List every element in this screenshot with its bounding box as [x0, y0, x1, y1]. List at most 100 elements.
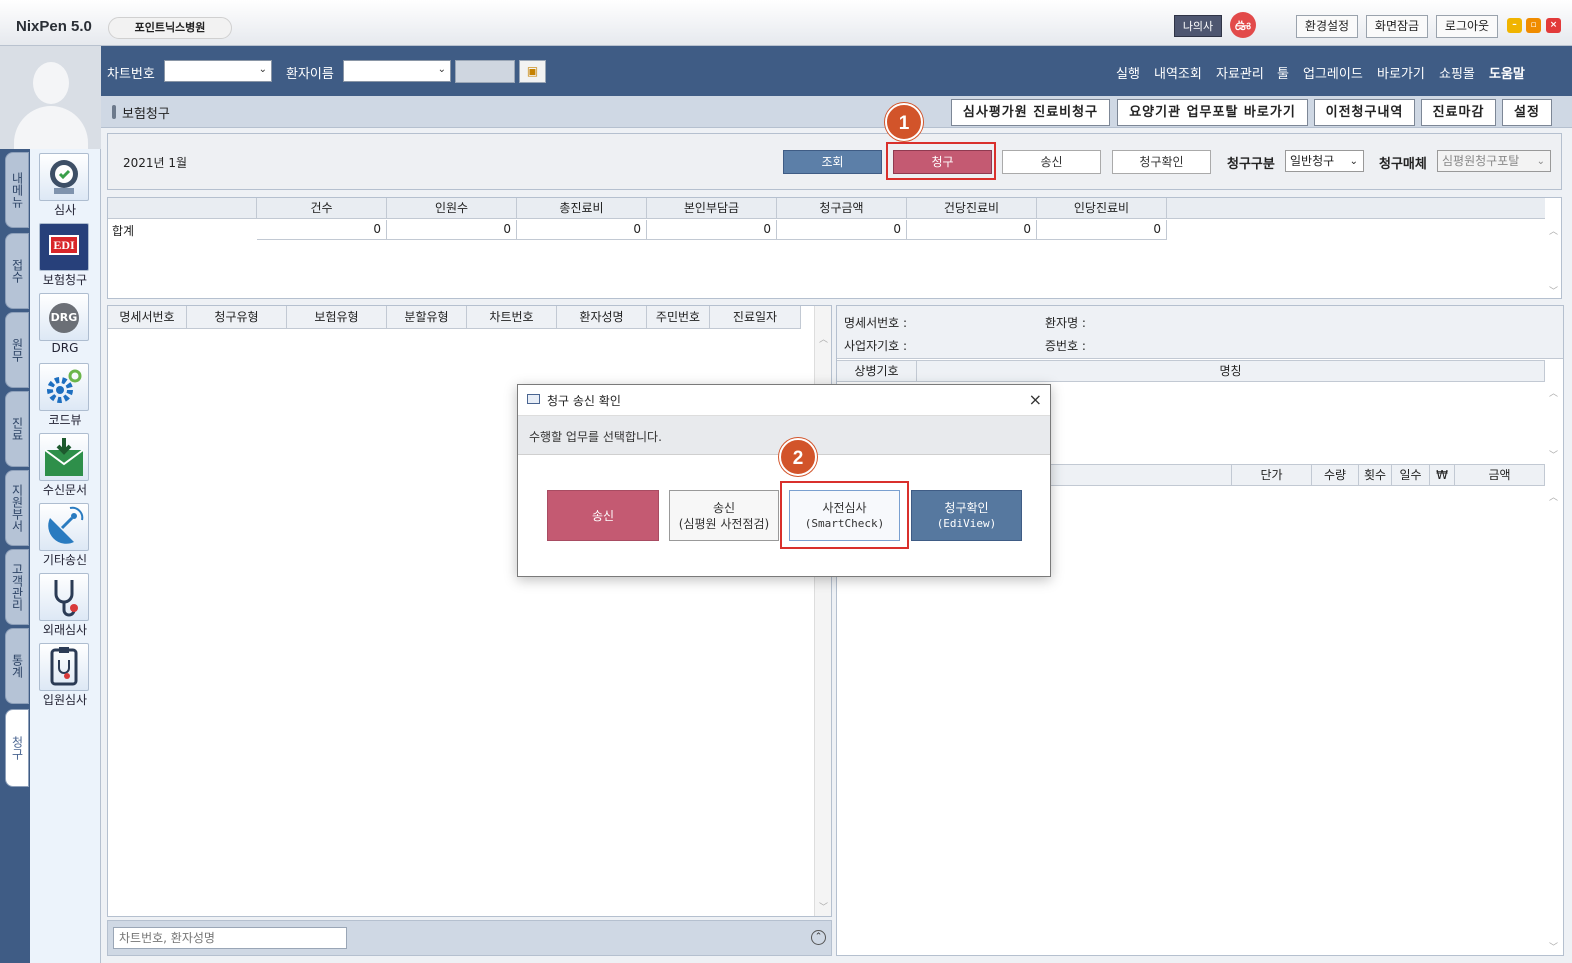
- scroll-down-icon[interactable]: ﹀: [1549, 448, 1558, 461]
- detail-info: 명세서번호 : 환자명 : 사업자기호 : 증번호 :: [837, 306, 1563, 359]
- list-header[interactable]: 차트번호: [467, 306, 557, 329]
- patient-info-field[interactable]: [455, 60, 515, 83]
- sidebar-item-label: 기타송신: [42, 553, 88, 567]
- summary-header: 건당진료비: [907, 198, 1037, 219]
- fee-header: ₩: [1430, 464, 1455, 486]
- menu-shopping[interactable]: 쇼핑몰: [1439, 63, 1475, 82]
- dialog-send-button[interactable]: 송신: [547, 490, 659, 541]
- claim-check-button[interactable]: 청구확인: [1112, 150, 1211, 174]
- menu-upgrade[interactable]: 업그레이드: [1303, 63, 1363, 82]
- sidebar-item-other-send[interactable]: 기타송신: [30, 501, 100, 567]
- list-header[interactable]: 환자성명: [557, 306, 647, 329]
- scroll-down-icon[interactable]: ﹀: [1549, 940, 1558, 953]
- summary-header: 인원수: [387, 198, 517, 219]
- menu-history[interactable]: 내역조회: [1154, 63, 1202, 82]
- summary-cell: 0: [907, 220, 1037, 240]
- menu-shortcuts[interactable]: 바로가기: [1377, 63, 1425, 82]
- fee-header: 횟수: [1359, 464, 1392, 486]
- settings-button[interactable]: 환경설정: [1296, 15, 1358, 38]
- menu-tools[interactable]: 툴: [1277, 63, 1289, 82]
- menu-data-management[interactable]: 자료관리: [1216, 63, 1264, 82]
- tab-statistics[interactable]: 통계: [5, 628, 29, 704]
- chevron-down-icon: ⌄: [258, 64, 267, 75]
- sidebar-item-drg[interactable]: DRG DRG: [30, 291, 100, 357]
- tab-billing[interactable]: 청구: [5, 709, 29, 787]
- hospital-name-badge: 포인트닉스병원: [108, 17, 232, 39]
- scroll-up-icon[interactable]: ︿: [819, 332, 828, 345]
- collapse-icon[interactable]: ⌃: [811, 930, 826, 945]
- scroll-down-icon[interactable]: ﹀: [819, 900, 828, 913]
- scroll-up-icon[interactable]: ︿: [1549, 490, 1558, 503]
- tab-customer[interactable]: 고객관리: [5, 549, 29, 625]
- summary-cell: 0: [517, 220, 647, 240]
- list-header[interactable]: 명세서번호: [108, 306, 187, 329]
- statement-number-label: 명세서번호 :: [844, 316, 908, 330]
- fee-header: 수량: [1312, 464, 1359, 486]
- tab-reception[interactable]: 접수: [5, 233, 29, 309]
- sidebar-item-label: 입원심사: [42, 693, 88, 707]
- sidebar-item-codeview[interactable]: 코드뷰: [30, 361, 100, 427]
- user-profile: [0, 46, 101, 149]
- list-header[interactable]: 보험유형: [287, 306, 387, 329]
- scroll-up-icon[interactable]: ︿: [1549, 386, 1558, 399]
- summary-cell: 0: [387, 220, 517, 240]
- summary-header: 본인부담금: [647, 198, 777, 219]
- logout-button[interactable]: 로그아웃: [1436, 15, 1498, 38]
- list-header[interactable]: 진료일자: [710, 306, 801, 329]
- patient-name-select[interactable]: ⌄: [343, 60, 451, 82]
- list-header[interactable]: 분할유형: [387, 306, 467, 329]
- tab-support[interactable]: 지원부서: [5, 470, 29, 546]
- sidebar-item-review[interactable]: 심사: [30, 151, 100, 217]
- list-header[interactable]: 주민번호: [647, 306, 710, 329]
- my-info-button[interactable]: 나의사: [1174, 15, 1222, 37]
- close-window-icon[interactable]: ×: [1546, 18, 1561, 33]
- hira-claim-button[interactable]: 심사평가원 진료비청구: [951, 99, 1110, 126]
- previous-claims-button[interactable]: 이전청구내역: [1314, 99, 1415, 126]
- disease-header: 상병기호: [837, 360, 917, 382]
- tab-treatment[interactable]: 진료: [5, 391, 29, 467]
- page-title: 보험청구: [122, 107, 170, 122]
- dialog-title-bar: 청구 송신 확인 ×: [518, 385, 1050, 415]
- sidebar-item-insurance-claim[interactable]: EDI 보험청구: [30, 221, 100, 287]
- claim-media-label: 청구매체: [1379, 157, 1427, 172]
- dialog-send-precheck-button[interactable]: 송신 (심평원 사전점검): [669, 490, 779, 541]
- list-header[interactable]: 청구유형: [187, 306, 287, 329]
- portal-shortcut-button[interactable]: 요양기관 업무포탈 바로가기: [1117, 99, 1308, 126]
- dialog-ediview-button[interactable]: 청구확인 (EdiView): [911, 490, 1022, 541]
- close-treatment-button[interactable]: 진료마감: [1421, 99, 1496, 126]
- sidebar-item-inpatient-review[interactable]: 입원심사: [30, 641, 100, 707]
- tab-administration[interactable]: 원무: [5, 312, 29, 388]
- summary-header-filler: [1167, 198, 1545, 219]
- menu-run[interactable]: 실행: [1116, 63, 1140, 82]
- chevron-down-icon: ⌄: [437, 64, 446, 75]
- maximize-icon[interactable]: ▫: [1526, 18, 1541, 33]
- chevron-down-icon: ⌄: [1536, 156, 1545, 167]
- query-button[interactable]: 조회: [783, 150, 882, 174]
- sidebar-item-outpatient-review[interactable]: 외래심사: [30, 571, 100, 637]
- card-reader-icon[interactable]: ▣: [519, 60, 546, 83]
- satellite-icon: [39, 503, 89, 551]
- chart-number-label: 차트번호: [107, 67, 155, 82]
- edi-icon: EDI: [39, 223, 89, 271]
- dialog-close-icon[interactable]: ×: [1029, 390, 1042, 409]
- send-button[interactable]: 송신: [1002, 150, 1101, 174]
- screen-lock-button[interactable]: 화면잠금: [1366, 15, 1428, 38]
- tab-my-menu[interactable]: 내메뉴: [5, 152, 29, 228]
- drg-icon: DRG: [39, 293, 89, 341]
- scroll-down-icon[interactable]: ﹀: [1549, 284, 1558, 297]
- mail-icon: [39, 433, 89, 481]
- sidebar-item-label: 외래심사: [42, 623, 88, 637]
- claim-media-select[interactable]: 심평원청구포탈 ⌄: [1437, 150, 1551, 172]
- menu-help[interactable]: 도움말: [1489, 63, 1525, 82]
- section-marker-icon: [112, 105, 116, 119]
- search-input[interactable]: [113, 927, 347, 949]
- section-settings-button[interactable]: 설정: [1502, 99, 1552, 126]
- scroll-up-icon[interactable]: ︿: [1549, 224, 1558, 237]
- minimize-icon[interactable]: –: [1507, 18, 1522, 33]
- claim-type-select[interactable]: 일반청구 ⌄: [1285, 150, 1364, 172]
- sidebar-menu: 심사 EDI 보험청구 DRG DRG 코드뷰 수신문서 기타송신 외래심사 입…: [30, 149, 101, 963]
- chart-number-select[interactable]: ⌄: [164, 60, 272, 82]
- sidebar-item-label: 심사: [53, 203, 77, 217]
- summary-cell: 0: [647, 220, 777, 240]
- sidebar-item-inbox[interactable]: 수신문서: [30, 431, 100, 497]
